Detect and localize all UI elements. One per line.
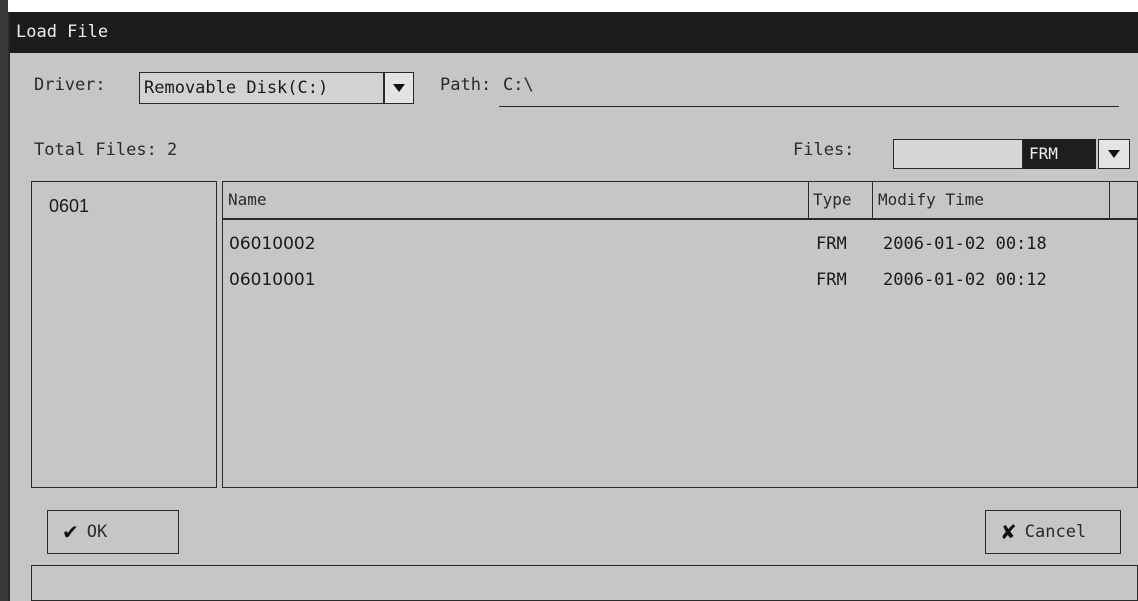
column-header-type[interactable]: Type: [809, 182, 873, 218]
cancel-button[interactable]: ✘ Cancel: [985, 510, 1121, 554]
file-list: Name Type Modify Time 06010002 FRM 2006-…: [222, 181, 1138, 488]
ok-button[interactable]: ✔ OK: [47, 510, 179, 554]
file-modify-time: 2006-01-02 00:12: [883, 270, 1047, 290]
files-extension-select[interactable]: FRM: [1023, 139, 1096, 169]
folder-list: 0601: [31, 181, 217, 488]
path-underline: [499, 106, 1119, 107]
file-name: 06010002: [229, 234, 316, 254]
cancel-button-label: Cancel: [1024, 522, 1087, 542]
driver-select[interactable]: Removable Disk(C:): [139, 72, 384, 104]
path-value: C:\: [503, 75, 534, 95]
column-header-spacer: [1110, 182, 1137, 218]
file-type: FRM: [816, 234, 847, 254]
column-header-name[interactable]: Name: [223, 182, 809, 218]
total-files-count: Total Files: 2: [34, 140, 178, 160]
screen-top-strip: [0, 0, 1138, 12]
driver-label: Driver:: [34, 75, 106, 95]
status-bar: [31, 565, 1138, 601]
column-header-modify-time[interactable]: Modify Time: [873, 182, 1110, 218]
screen-left-edge: [0, 0, 8, 601]
load-file-dialog: Load File Driver: Removable Disk(C:) Pat…: [8, 12, 1138, 601]
dialog-title: Load File: [10, 12, 1138, 53]
path-label: Path:: [440, 75, 492, 95]
file-name: 06010001: [229, 270, 316, 290]
folder-item[interactable]: 0601: [49, 196, 89, 217]
file-row[interactable]: 06010001 FRM 2006-01-02 00:12: [223, 262, 1137, 298]
files-extension-dropdown-button[interactable]: [1098, 139, 1130, 169]
driver-dropdown-button[interactable]: [384, 72, 414, 104]
ok-button-label: OK: [86, 522, 108, 542]
file-row[interactable]: 06010002 FRM 2006-01-02 00:18: [223, 226, 1137, 262]
files-filter-input[interactable]: [893, 139, 1023, 169]
check-icon: ✔: [62, 520, 79, 544]
file-list-header: Name Type Modify Time: [223, 182, 1137, 220]
file-modify-time: 2006-01-02 00:18: [883, 234, 1047, 254]
file-type: FRM: [816, 270, 847, 290]
chevron-down-icon: [393, 84, 405, 92]
files-filter-label: Files:: [793, 140, 855, 160]
chevron-down-icon: [1108, 150, 1120, 158]
x-icon: ✘: [1000, 520, 1017, 544]
